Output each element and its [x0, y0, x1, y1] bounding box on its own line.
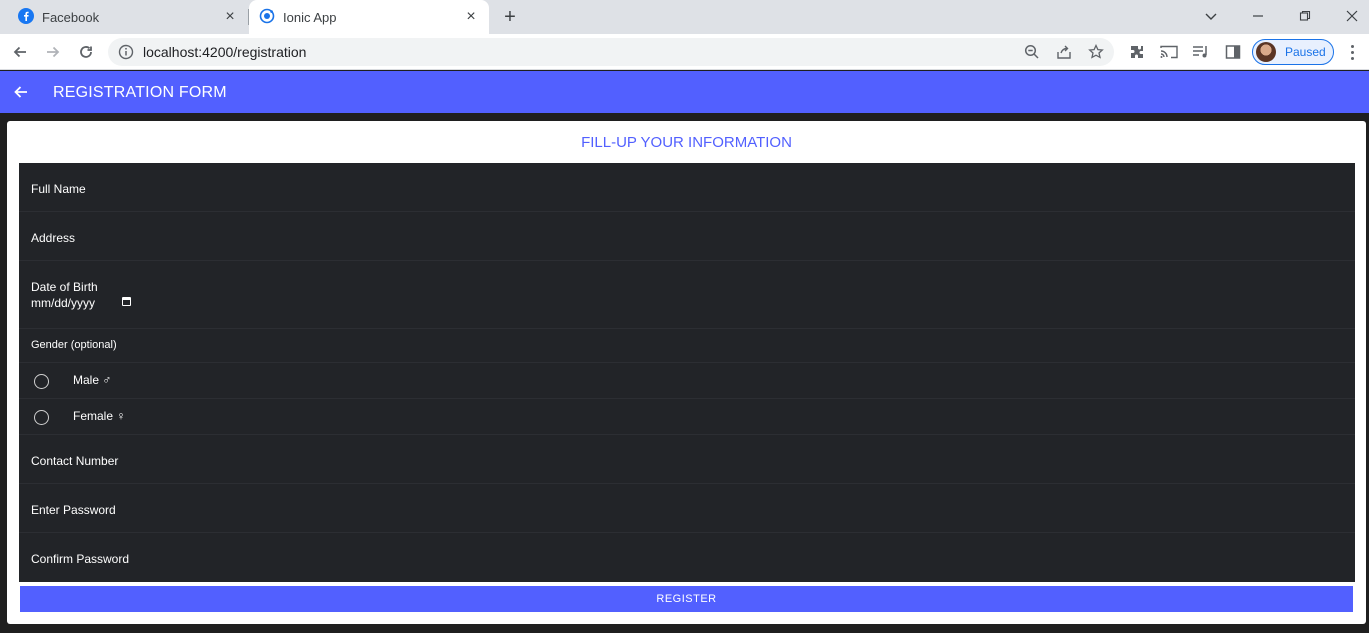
site-info-icon[interactable]	[118, 44, 134, 65]
browser-window: Facebook × Ionic App × + localhost:4200/…	[0, 0, 1369, 633]
close-tab-icon[interactable]: ×	[222, 9, 238, 25]
bookmark-star-icon[interactable]	[1087, 43, 1105, 61]
date-of-birth-input[interactable]: mm/dd/yyyy	[31, 296, 95, 310]
close-window-icon[interactable]	[1341, 6, 1363, 28]
back-arrow-icon[interactable]	[12, 83, 30, 101]
contact-number-field[interactable]: Contact Number	[19, 435, 1355, 484]
contact-number-label: Contact Number	[31, 454, 119, 468]
register-button[interactable]: REGISTER	[20, 586, 1353, 612]
profile-button[interactable]: Paused	[1252, 39, 1334, 65]
media-controls-icon[interactable]	[1191, 42, 1211, 62]
page-title: REGISTRATION FORM	[53, 84, 227, 101]
address-bar[interactable]: localhost:4200/registration	[108, 38, 1114, 66]
tab-title: Ionic App	[283, 9, 337, 25]
facebook-icon	[18, 7, 34, 27]
share-icon[interactable]	[1055, 43, 1073, 61]
confirm-password-field[interactable]: Confirm Password	[19, 533, 1355, 582]
female-radio[interactable]	[34, 410, 49, 425]
browser-menu-icon[interactable]	[1344, 42, 1360, 62]
forward-icon[interactable]	[42, 41, 64, 63]
cast-icon[interactable]	[1159, 42, 1179, 62]
back-icon[interactable]	[9, 41, 31, 63]
male-radio[interactable]	[34, 374, 49, 389]
close-tab-icon[interactable]: ×	[463, 9, 479, 25]
tab-strip: Facebook × Ionic App × +	[0, 0, 1369, 34]
gender-header: Gender (optional)	[19, 329, 1355, 363]
tab-facebook[interactable]: Facebook ×	[0, 0, 248, 34]
restore-icon[interactable]	[1294, 6, 1316, 28]
profile-status: Paused	[1285, 45, 1326, 59]
new-tab-icon[interactable]: +	[500, 7, 520, 27]
date-of-birth-field[interactable]: Date of Birth mm/dd/yyyy	[19, 261, 1355, 329]
form-subtitle: FILL-UP YOUR INFORMATION	[581, 134, 792, 151]
zoom-icon[interactable]	[1023, 43, 1041, 61]
male-label: Male ♂	[73, 373, 112, 387]
minimize-icon[interactable]	[1247, 6, 1269, 28]
confirm-password-label: Confirm Password	[31, 552, 130, 566]
registration-card: FILL-UP YOUR INFORMATION Full Name Addre…	[7, 121, 1366, 624]
gender-option-male[interactable]: Male ♂	[19, 363, 1355, 399]
browser-toolbar: localhost:4200/registration Paused	[0, 34, 1369, 70]
gender-label: Gender (optional)	[31, 339, 117, 351]
password-label: Enter Password	[31, 503, 116, 517]
avatar	[1256, 42, 1276, 62]
address-field[interactable]: Address	[19, 212, 1355, 261]
gender-option-female[interactable]: Female ♀	[19, 399, 1355, 435]
app-header: REGISTRATION FORM	[0, 71, 1369, 113]
date-of-birth-label: Date of Birth	[31, 280, 98, 294]
reload-icon[interactable]	[75, 41, 97, 63]
address-label: Address	[31, 231, 76, 245]
password-field[interactable]: Enter Password	[19, 484, 1355, 533]
tab-search-icon[interactable]	[1200, 6, 1222, 28]
female-label: Female ♀	[73, 409, 126, 423]
calendar-icon[interactable]	[122, 297, 131, 306]
full-name-field[interactable]: Full Name	[19, 163, 1355, 212]
extensions-icon[interactable]	[1127, 42, 1147, 62]
tab-title: Facebook	[42, 9, 100, 25]
ionic-icon	[259, 8, 275, 27]
side-panel-icon[interactable]	[1223, 42, 1243, 62]
content-area: FILL-UP YOUR INFORMATION Full Name Addre…	[0, 113, 1369, 633]
registration-form: Full Name Address Date of Birth mm/dd/yy…	[19, 163, 1355, 582]
tab-ionic-app[interactable]: Ionic App ×	[249, 0, 489, 34]
full-name-label: Full Name	[31, 182, 86, 196]
url-text: localhost:4200/registration	[143, 44, 307, 60]
